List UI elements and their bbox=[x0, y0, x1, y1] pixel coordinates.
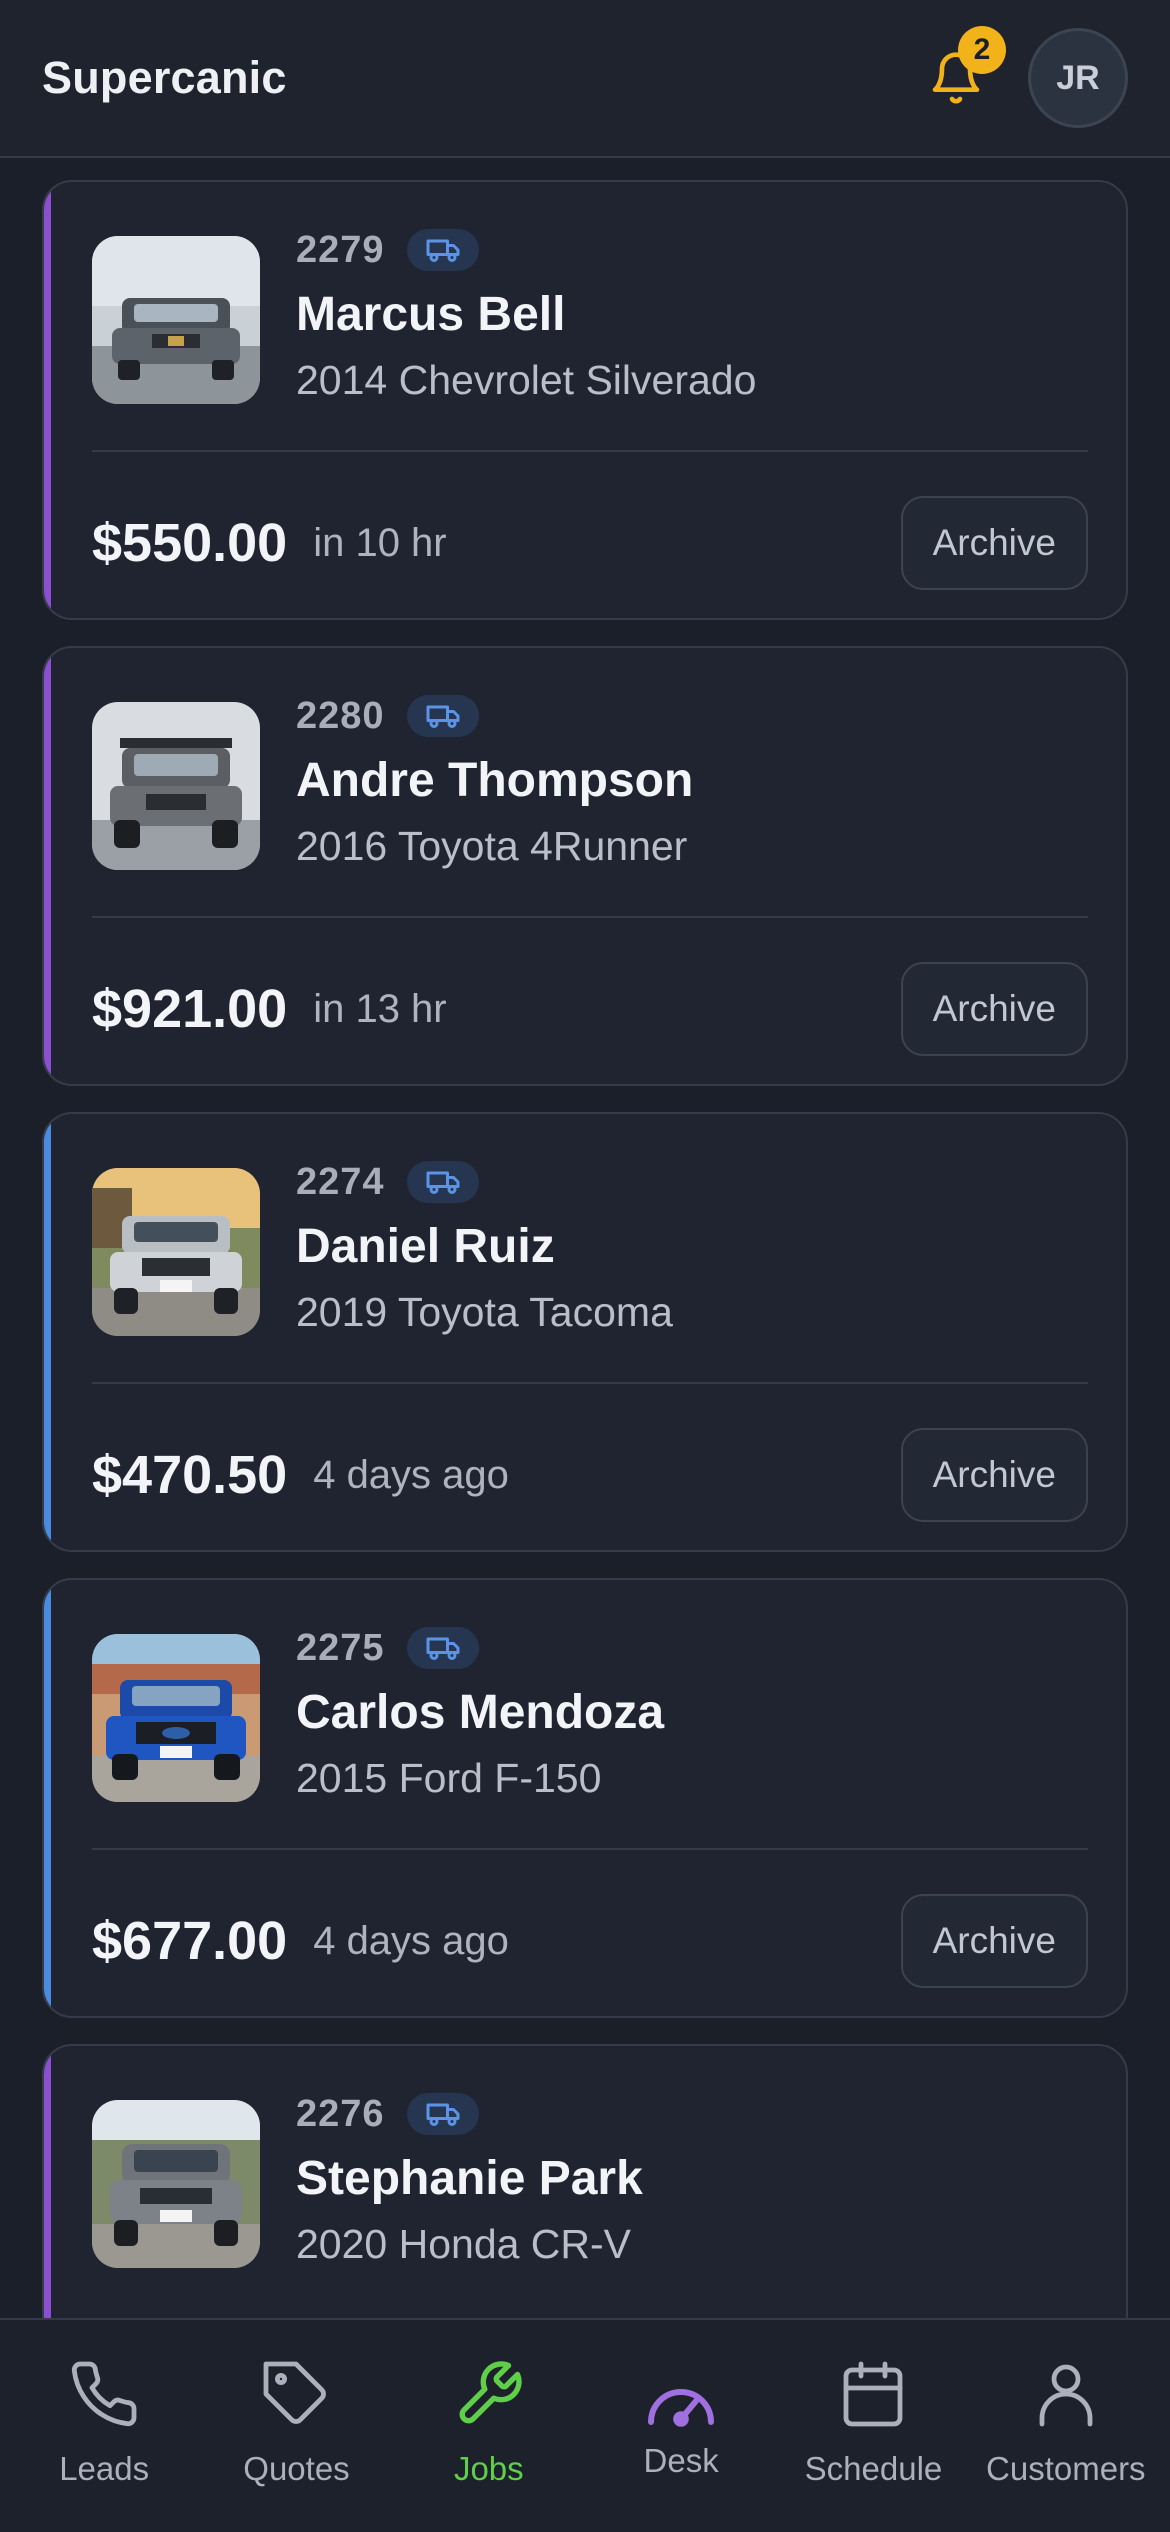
archive-button[interactable]: Archive bbox=[900, 496, 1088, 590]
person-icon bbox=[1039, 2364, 1093, 2427]
notifications-button[interactable]: 2 bbox=[924, 26, 1006, 110]
job-card[interactable]: 2279 Marcus Bell 2014 Chevrolet Silverad… bbox=[42, 180, 1128, 620]
vehicle-photo bbox=[92, 2100, 260, 2268]
notification-badge: 2 bbox=[958, 26, 1006, 74]
vehicle-name: 2015 Ford F-150 bbox=[296, 1755, 602, 1801]
app-title: Supercanic bbox=[42, 52, 287, 103]
job-time: in 13 hr bbox=[313, 986, 447, 1031]
van-icon bbox=[426, 1637, 460, 1660]
vehicle-name: 2014 Chevrolet Silverado bbox=[296, 357, 757, 403]
vehicle-name: 2020 Honda CR-V bbox=[296, 2221, 632, 2267]
gauge-icon bbox=[648, 2389, 715, 2427]
card-divider bbox=[92, 916, 1088, 918]
vehicle-name: 2019 Toyota Tacoma bbox=[296, 1289, 673, 1335]
status-accent-bar bbox=[44, 1580, 51, 2016]
job-id-row: 2279 bbox=[296, 226, 1096, 274]
bottom-nav: Leads Quotes Jobs Desk Schedule Customer… bbox=[0, 2318, 1170, 2532]
job-id: 2275 bbox=[296, 1626, 385, 1669]
service-type-chip bbox=[406, 1161, 479, 1203]
customer-name: Andre Thompson bbox=[296, 754, 694, 807]
nav-customers[interactable]: Customers bbox=[976, 2358, 1156, 2488]
price-row: $677.00 4 days ago Archive bbox=[92, 1894, 1088, 1988]
nav-quotes[interactable]: Quotes bbox=[206, 2358, 386, 2488]
job-id-row: 2276 bbox=[296, 2090, 1096, 2138]
job-id: 2280 bbox=[296, 694, 385, 737]
job-price: $470.50 bbox=[92, 1445, 288, 1505]
job-list: 2279 Marcus Bell 2014 Chevrolet Silverad… bbox=[42, 180, 1128, 2510]
job-card[interactable]: 2274 Daniel Ruiz 2019 Toyota Tacoma $470… bbox=[42, 1112, 1128, 1552]
nav-label: Jobs bbox=[453, 2450, 524, 2487]
price-row: $470.50 4 days ago Archive bbox=[92, 1428, 1088, 1522]
vehicle-photo bbox=[92, 1634, 260, 1802]
price-row: $921.00 in 13 hr Archive bbox=[92, 962, 1088, 1056]
nav-label: Customers bbox=[986, 2450, 1146, 2487]
archive-button[interactable]: Archive bbox=[900, 1894, 1088, 1988]
nav-jobs[interactable]: Jobs bbox=[399, 2358, 579, 2488]
job-time: 4 days ago bbox=[313, 1918, 509, 1963]
archive-button[interactable]: Archive bbox=[900, 962, 1088, 1056]
service-type-chip bbox=[406, 229, 479, 271]
job-price: $550.00 bbox=[92, 513, 288, 573]
header-actions: 2 JR bbox=[924, 26, 1128, 128]
job-info: 2274 Daniel Ruiz 2019 Toyota Tacoma bbox=[296, 1158, 1096, 1338]
customer-name: Marcus Bell bbox=[296, 288, 566, 341]
nav-schedule[interactable]: Schedule bbox=[783, 2358, 963, 2488]
vehicle-photo bbox=[92, 236, 260, 404]
vehicle-name: 2016 Toyota 4Runner bbox=[296, 823, 688, 869]
nav-label: Desk bbox=[643, 2442, 719, 2479]
job-card[interactable]: 2280 Andre Thompson 2016 Toyota 4Runner … bbox=[42, 646, 1128, 1086]
job-price: $921.00 bbox=[92, 979, 288, 1039]
vehicle-photo bbox=[92, 1168, 260, 1336]
app: Supercanic 2 JR 2279 Marcus Bell 2014 Ch… bbox=[0, 0, 1170, 2532]
status-accent-bar bbox=[44, 182, 51, 618]
van-icon bbox=[426, 1171, 460, 1194]
price-row: $550.00 in 10 hr Archive bbox=[92, 496, 1088, 590]
job-card[interactable]: 2275 Carlos Mendoza 2015 Ford F-150 $677… bbox=[42, 1578, 1128, 2018]
customer-name: Carlos Mendoza bbox=[296, 1686, 665, 1739]
status-accent-bar bbox=[44, 648, 51, 1084]
calendar-icon bbox=[844, 2361, 903, 2427]
service-type-chip bbox=[406, 2093, 479, 2135]
job-id: 2274 bbox=[296, 1160, 385, 1203]
job-id-row: 2275 bbox=[296, 1624, 1096, 1672]
job-time: in 10 hr bbox=[313, 520, 447, 565]
van-icon bbox=[426, 705, 460, 728]
customer-name: Stephanie Park bbox=[296, 2152, 643, 2205]
van-icon bbox=[426, 239, 460, 262]
archive-button[interactable]: Archive bbox=[900, 1428, 1088, 1522]
card-divider bbox=[92, 1382, 1088, 1384]
nav-label: Leads bbox=[59, 2450, 150, 2487]
nav-leads[interactable]: Leads bbox=[14, 2358, 194, 2488]
job-id: 2276 bbox=[296, 2092, 385, 2135]
nav-label: Schedule bbox=[804, 2450, 943, 2487]
job-info: 2279 Marcus Bell 2014 Chevrolet Silverad… bbox=[296, 226, 1096, 406]
wrench-icon bbox=[459, 2361, 522, 2424]
tag-icon bbox=[264, 2361, 327, 2424]
job-id-row: 2274 bbox=[296, 1158, 1096, 1206]
nav-desk[interactable]: Desk bbox=[591, 2358, 771, 2480]
job-price: $677.00 bbox=[92, 1911, 288, 1971]
phone-icon bbox=[72, 2361, 137, 2427]
service-type-chip bbox=[406, 695, 479, 737]
job-info: 2280 Andre Thompson 2016 Toyota 4Runner bbox=[296, 692, 1096, 872]
nav-label: Quotes bbox=[243, 2450, 350, 2487]
card-divider bbox=[92, 450, 1088, 452]
job-info: 2275 Carlos Mendoza 2015 Ford F-150 bbox=[296, 1624, 1096, 1804]
van-icon bbox=[426, 2103, 460, 2126]
job-id-row: 2280 bbox=[296, 692, 1096, 740]
status-accent-bar bbox=[44, 1114, 51, 1550]
vehicle-photo bbox=[92, 702, 260, 870]
user-avatar[interactable]: JR bbox=[1028, 28, 1128, 128]
service-type-chip bbox=[406, 1627, 479, 1669]
top-bar: Supercanic 2 JR bbox=[0, 0, 1170, 158]
job-time: 4 days ago bbox=[313, 1452, 509, 1497]
card-divider bbox=[92, 1848, 1088, 1850]
job-info: 2276 Stephanie Park 2020 Honda CR-V bbox=[296, 2090, 1096, 2270]
job-id: 2279 bbox=[296, 228, 385, 271]
customer-name: Daniel Ruiz bbox=[296, 1220, 555, 1273]
